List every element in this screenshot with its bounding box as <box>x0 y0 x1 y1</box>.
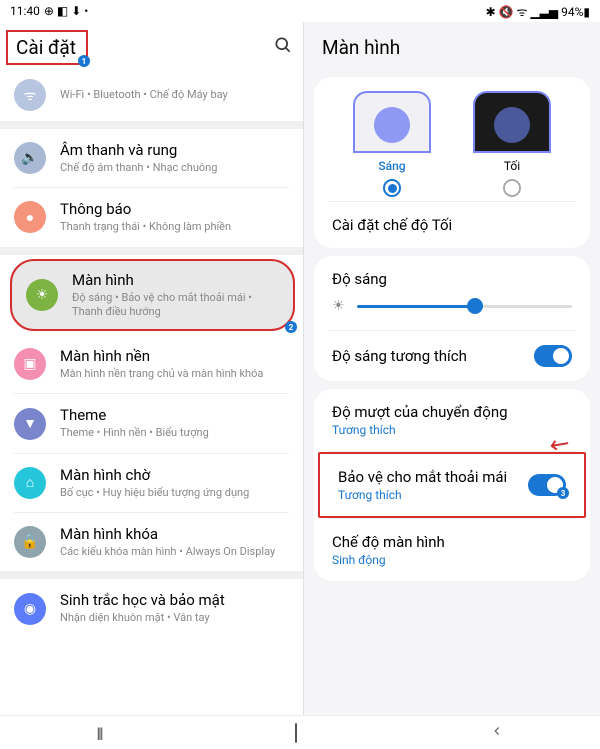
settings-item-home[interactable]: ⌂ Màn hình chờ Bố cục • Huy hiệu biểu tư… <box>0 454 303 512</box>
bell-icon: ● <box>14 201 46 233</box>
item-title: Theme <box>60 406 209 424</box>
theme-label: Tối <box>504 159 520 173</box>
home-icon: ⌂ <box>14 467 46 499</box>
settings-item-display[interactable]: ☀ Màn hình Độ sáng • Bảo vệ cho mắt thoả… <box>10 259 295 332</box>
item-sub: Màn hình nền trang chủ và màn hình khóa <box>60 367 263 381</box>
eye-comfort-row[interactable]: Bảo vệ cho mắt thoải mái Tương thích 3 <box>320 454 584 516</box>
settings-item-biometrics[interactable]: ◉ Sinh trắc học và bảo mật Nhận diện khu… <box>0 579 303 637</box>
annotation-badge-2: 2 <box>285 321 297 333</box>
status-indicators: ⊕ ◧ ⬇ • <box>44 4 88 18</box>
dark-mode-settings-row[interactable]: Cài đặt chế độ Tối <box>314 202 590 248</box>
adaptive-brightness-row[interactable]: Độ sáng tương thích <box>314 331 590 381</box>
settings-item-wallpaper[interactable]: ▣ Màn hình nền Màn hình nền trang chủ và… <box>0 335 303 393</box>
item-title: Màn hình chờ <box>60 466 249 484</box>
theme-card: Sáng Tối Cài đặt chế độ Tối <box>314 77 590 248</box>
item-sub: Bố cục • Huy hiệu biểu tượng ứng dụng <box>60 486 249 500</box>
item-sub: Độ sáng • Bảo vệ cho mắt thoải mái • Tha… <box>72 291 279 320</box>
screen-mode-row[interactable]: Chế độ màn hình Sinh động <box>314 519 590 581</box>
wifi-icon: ᯤ <box>14 79 46 111</box>
brightness-label: Độ sáng <box>332 270 387 288</box>
page-title: Cài đặt 1 <box>6 30 88 65</box>
item-title: Màn hình khóa <box>60 525 275 543</box>
item-sub: Theme • Hình nền • Biểu tượng <box>60 426 209 440</box>
radio-light[interactable] <box>383 179 401 197</box>
item-title: Thông báo <box>60 200 231 218</box>
shield-icon: ◉ <box>14 593 46 625</box>
item-title: Âm thanh và rung <box>60 141 217 159</box>
item-title: Màn hình nền <box>60 347 263 365</box>
item-sub: Wi-Fi • Bluetooth • Chế độ Máy bay <box>60 88 228 102</box>
display-settings-panel: Màn hình Sáng Tối Cài đặt chế độ Tối <box>304 22 600 715</box>
nav-recent-button[interactable]: ||| <box>97 724 102 742</box>
item-title: Sinh trắc học và bảo mật <box>60 591 225 609</box>
sound-icon: 🔊 <box>14 142 46 174</box>
item-title: Màn hình <box>72 271 279 289</box>
brightness-card: Độ sáng ☀ Độ sáng tương thích <box>314 256 590 381</box>
lock-icon: 🔒 <box>14 526 46 558</box>
settings-item-lockscreen[interactable]: 🔒 Màn hình khóa Các kiểu khóa màn hình •… <box>0 513 303 571</box>
nav-back-button[interactable] <box>490 724 504 742</box>
eye-comfort-highlight: ↙ Bảo vệ cho mắt thoải mái Tương thích 3 <box>318 452 586 518</box>
search-icon[interactable] <box>273 35 293 60</box>
theme-option-light[interactable]: Sáng <box>353 91 431 197</box>
item-sub: Chế độ âm thanh • Nhạc chuông <box>60 161 217 175</box>
brightness-slider[interactable] <box>357 305 572 308</box>
panel-title: Màn hình <box>304 22 600 69</box>
status-bar: 11:40 ⊕ ◧ ⬇ • ✱ 🔇 ᯤ ▁▃▅ 94%▮ <box>0 0 600 22</box>
adaptive-brightness-toggle[interactable] <box>534 345 572 367</box>
sun-icon: ☀ <box>332 298 345 314</box>
settings-item-notifications[interactable]: ● Thông báo Thanh trạng thái • Không làm… <box>0 188 303 246</box>
item-sub: Các kiểu khóa màn hình • Always On Displ… <box>60 545 275 559</box>
brightness-icon: ☀ <box>26 279 58 311</box>
theme-option-dark[interactable]: Tối <box>473 91 551 197</box>
radio-dark[interactable] <box>503 179 521 197</box>
dark-preview <box>473 91 551 153</box>
theme-label: Sáng <box>378 159 405 173</box>
navigation-bar: ||| <box>0 715 600 749</box>
settings-item-theme[interactable]: ▼ Theme Theme • Hình nền • Biểu tượng <box>0 394 303 452</box>
motion-smoothness-row[interactable]: Độ mượt của chuyển động Tương thích <box>314 389 590 451</box>
theme-icon: ▼ <box>14 408 46 440</box>
settings-list-panel: Cài đặt 1 ᯤ Wi-Fi • Bluetooth • Chế độ M… <box>0 22 304 715</box>
status-right-icons: ✱ 🔇 ᯤ ▁▃▅ 94%▮ <box>486 3 590 20</box>
annotation-badge-1: 1 <box>78 55 90 67</box>
settings-item-sound[interactable]: 🔊 Âm thanh và rung Chế độ âm thanh • Nhạ… <box>0 129 303 187</box>
status-time: 11:40 <box>10 4 40 18</box>
annotation-badge-3: 3 <box>557 487 569 499</box>
settings-item-connections[interactable]: ᯤ Wi-Fi • Bluetooth • Chế độ Máy bay <box>0 73 303 121</box>
nav-home-button[interactable] <box>295 724 297 742</box>
item-sub: Nhận diện khuôn mặt • Vân tay <box>60 611 225 625</box>
item-sub: Thanh trạng thái • Không làm phiền <box>60 220 231 234</box>
advanced-display-card: Độ mượt của chuyển động Tương thích ↙ Bả… <box>314 389 590 581</box>
light-preview <box>353 91 431 153</box>
image-icon: ▣ <box>14 348 46 380</box>
